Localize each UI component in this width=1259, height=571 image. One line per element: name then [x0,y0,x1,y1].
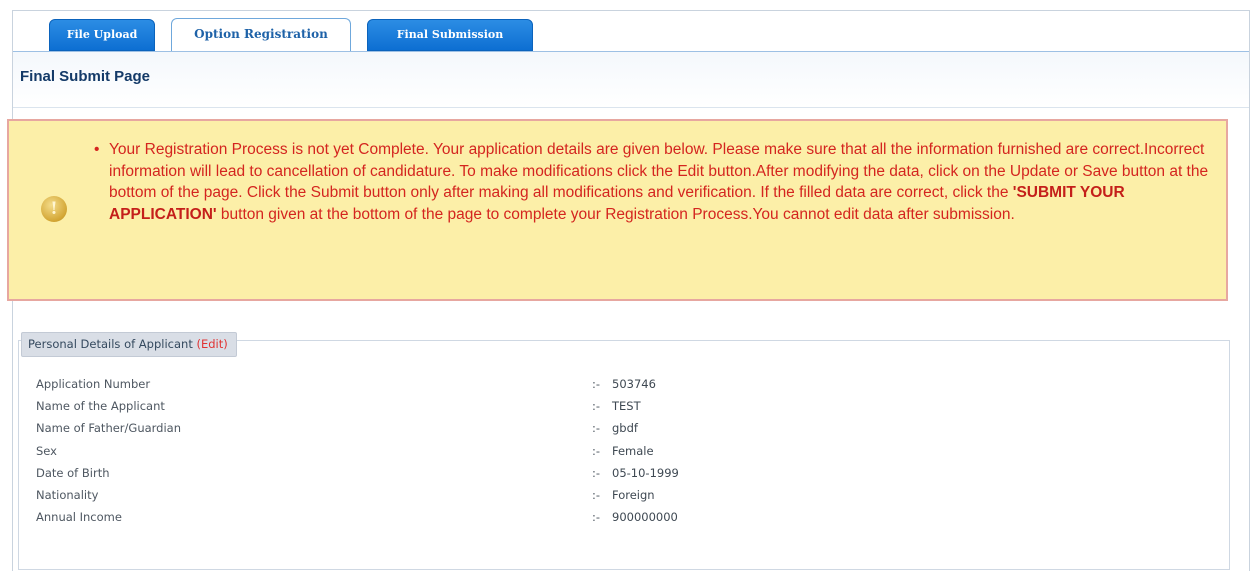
detail-value: TEST [612,399,641,414]
alert-message: • Your Registration Process is not yet C… [94,139,1219,225]
detail-separator: :- [592,399,601,414]
details-list: Application Number :- 503746 Name of the… [36,373,1216,528]
detail-row-sex: Sex :- Female [36,440,1216,462]
detail-label: Name of the Applicant [36,399,165,414]
page-title: Final Submit Page [13,52,1249,108]
detail-value: 05-10-1999 [612,465,679,480]
bullet-icon: • [94,141,100,158]
tab-file-upload[interactable]: File Upload [49,19,155,51]
warning-alert: ! • Your Registration Process is not yet… [7,119,1228,301]
detail-label: Nationality [36,487,99,502]
warning-icon: ! [41,196,67,222]
detail-row-nationality: Nationality :- Foreign [36,484,1216,506]
detail-row-applicant-name: Name of the Applicant :- TEST [36,395,1216,417]
detail-separator: :- [592,465,601,480]
detail-separator: :- [592,487,601,502]
detail-row-annual-income: Annual Income :- 900000000 [36,506,1216,528]
detail-label: Annual Income [36,510,122,525]
detail-value: gbdf [612,421,638,436]
detail-separator: :- [592,510,601,525]
detail-row-date-of-birth: Date of Birth :- 05-10-1999 [36,462,1216,484]
detail-separator: :- [592,377,601,391]
detail-value: Foreign [612,487,655,502]
detail-row-father-guardian: Name of Father/Guardian :- gbdf [36,417,1216,439]
legend-title: Personal Details of Applicant [28,337,193,351]
tab-option-registration[interactable]: Option Registration [171,18,351,52]
detail-value: 900000000 [612,510,678,525]
detail-label: Sex [36,443,57,458]
detail-value: Female [612,443,654,458]
detail-separator: :- [592,421,601,436]
detail-separator: :- [592,443,601,458]
detail-row-application-number: Application Number :- 503746 [36,373,1216,395]
tab-final-submission[interactable]: Final Submission [367,19,533,51]
detail-label: Application Number [36,377,151,391]
alert-text-after: button given at the bottom of the page t… [216,205,1015,223]
personal-details-legend: Personal Details of Applicant (Edit) [21,332,237,357]
tab-bar: File Upload Option Registration Final Su… [35,11,1235,52]
detail-label: Name of Father/Guardian [36,421,182,436]
detail-label: Date of Birth [36,465,110,480]
detail-value: 503746 [612,377,656,391]
edit-link[interactable]: (Edit) [197,337,228,351]
